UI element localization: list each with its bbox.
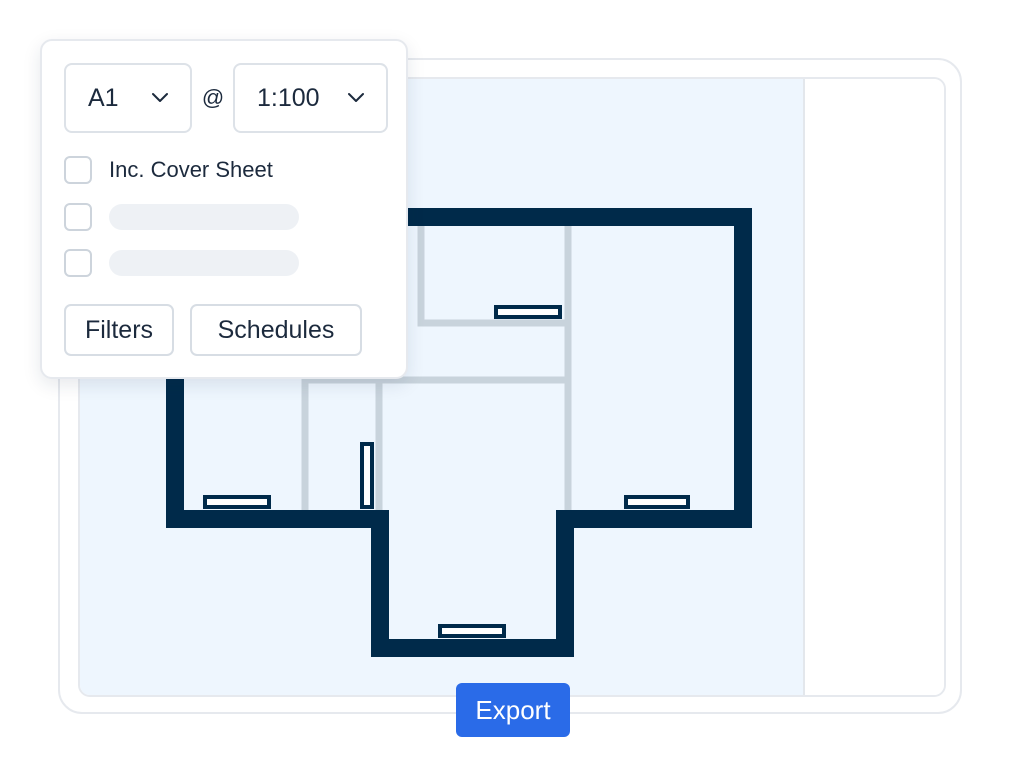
print-settings-popover: A1 @ 1:100 Inc. Cover Sheet Filters Sche… bbox=[40, 39, 408, 379]
option-checkbox[interactable] bbox=[64, 203, 92, 231]
option-placeholder bbox=[64, 249, 299, 277]
window bbox=[203, 495, 271, 509]
paper-size-select[interactable]: A1 bbox=[64, 63, 192, 133]
cover-sheet-label: Inc. Cover Sheet bbox=[109, 157, 273, 182]
filters-button[interactable]: Filters bbox=[64, 304, 174, 356]
scale-value: 1:100 bbox=[257, 83, 320, 112]
chevron-down-icon bbox=[348, 93, 364, 102]
cover-sheet-checkbox[interactable] bbox=[64, 156, 92, 184]
option-cover-sheet: Inc. Cover Sheet bbox=[64, 156, 273, 184]
scale-select[interactable]: 1:100 bbox=[233, 63, 388, 133]
app-stage: A1 @ 1:100 Inc. Cover Sheet Filters Sche… bbox=[0, 0, 1024, 776]
at-separator: @ bbox=[201, 85, 225, 110]
schedules-button[interactable]: Schedules bbox=[190, 304, 362, 356]
paper-size-value: A1 bbox=[88, 83, 119, 112]
label-placeholder bbox=[109, 250, 299, 276]
export-button[interactable]: Export bbox=[456, 683, 570, 737]
window bbox=[624, 495, 690, 509]
window bbox=[438, 624, 506, 638]
option-placeholder bbox=[64, 203, 299, 231]
window bbox=[360, 442, 374, 509]
option-checkbox[interactable] bbox=[64, 249, 92, 277]
window bbox=[494, 305, 562, 319]
label-placeholder bbox=[109, 204, 299, 230]
chevron-down-icon bbox=[152, 93, 168, 102]
